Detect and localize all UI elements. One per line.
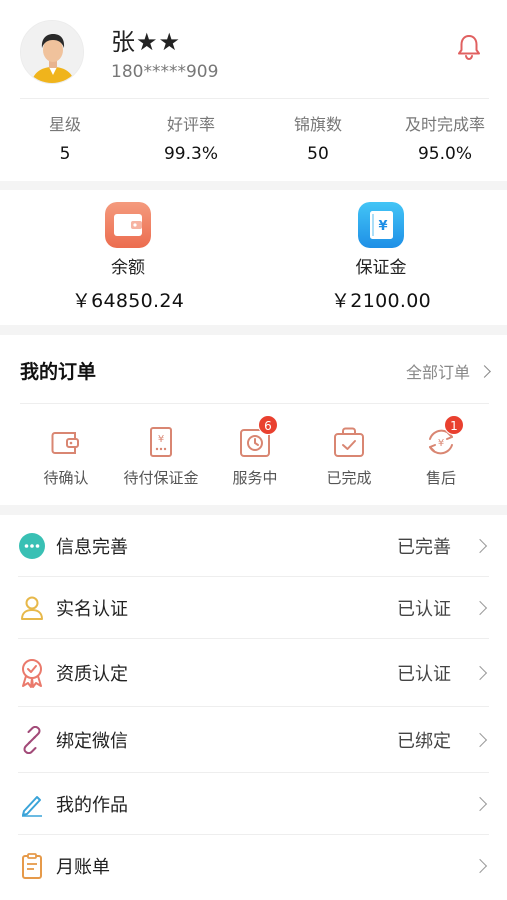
user-outline-icon [18,594,46,622]
stat-label: 锦旗数 [293,115,342,134]
list-item-label: 我的作品 [56,795,128,816]
list-item-status: 已完善 [397,537,451,558]
stat-label: 好评率 [166,115,215,134]
wallet-card: 余额 ￥64850.24 ¥ 保证金 ￥2100.00 [0,190,507,325]
stat-star-level: 星级 5 [0,112,130,164]
info-dots-icon [18,532,46,560]
list-item-label: 实名认证 [56,599,128,620]
bell-icon[interactable] [454,32,484,62]
list-item-label: 绑定微信 [56,731,128,752]
list-item-works[interactable]: 我的作品 [0,773,507,835]
badge-after-sale: 1 [444,415,464,435]
stat-value: 99.3% [163,144,218,164]
list-item-label: 信息完善 [56,537,128,558]
chevron-right-icon [472,858,488,874]
profile-card: 张★★ 180*****909 星级 5 好评率 99.3% 锦旗数 50 及时… [0,0,507,181]
wallet-outline-icon [51,432,79,454]
refund-icon-wrap: ¥ 1 [422,415,464,461]
deposit-notebook-icon: ¥ [358,202,404,248]
list-item-status: 已绑定 [397,731,451,752]
stat-banners: 锦旗数 50 [253,112,383,164]
balance-item[interactable]: 余额 ￥64850.24 [28,190,228,313]
stat-label: 及时完成率 [404,115,485,134]
order-label: 待确认 [43,469,89,487]
chevron-right-icon [472,538,488,554]
all-orders-link[interactable]: 全部订单 [405,359,491,383]
bill-clipboard-icon [18,852,46,880]
chevron-right-icon [472,600,488,616]
order-pending-deposit[interactable]: ¥ 待付保证金 [111,423,211,488]
balance-label: 余额 [111,258,145,278]
deposit-amount: ￥2100.00 [331,290,431,312]
stat-value: 5 [59,144,71,164]
list-item-label: 月账单 [56,857,110,878]
settings-list: 信息完善 已完善 实名认证 已认证 资质认定 已认证 绑定微信 已绑定 我的作品… [0,515,507,900]
list-item-wechat[interactable]: 绑定微信 已绑定 [0,707,507,773]
stat-on-time-rate: 及时完成率 95.0% [380,112,507,164]
list-item-info[interactable]: 信息完善 已完善 [0,515,507,577]
pen-icon [18,790,46,818]
svg-text:¥: ¥ [378,219,387,234]
check-bag-icon [334,427,364,457]
divider [20,403,489,404]
wallet-icon [105,202,151,248]
link-icon [18,726,46,754]
list-item-qualification[interactable]: 资质认定 已认证 [0,639,507,707]
svg-text:¥: ¥ [158,434,164,445]
stat-value: 50 [307,144,329,164]
avatar[interactable] [20,20,84,84]
order-label: 待付保证金 [123,469,199,487]
order-completed[interactable]: 已完成 [299,423,399,488]
list-item-status: 已认证 [397,664,451,685]
orders-title: 我的订单 [20,361,97,383]
all-orders-label: 全部订单 [405,363,470,382]
balance-amount: ￥64850.24 [71,290,185,312]
stat-value: 95.0% [417,144,472,164]
list-item-status: 已认证 [397,599,451,620]
orders-card: 我的订单 全部订单 待确认 ¥ 待付保证金 6 服务中 已完成 ¥ 1 售后 [0,335,507,505]
order-label: 已完成 [326,469,372,487]
order-pending-confirm[interactable]: 待确认 [16,423,116,488]
order-label: 服务中 [232,469,278,487]
list-item-label: 资质认定 [56,664,128,685]
deposit-label: 保证金 [355,258,407,278]
user-phone: 180*****909 [111,62,219,82]
stat-label: 星级 [48,115,81,134]
order-after-sale[interactable]: ¥ 1 售后 [391,415,491,488]
user-name: 张★★ [111,28,182,56]
chevron-right-icon [472,796,488,812]
yen-receipt-icon: ¥ [150,427,172,457]
chevron-right-icon [478,364,491,378]
divider [20,98,489,99]
person-avatar-icon [21,21,83,83]
chevron-right-icon [472,732,488,748]
badge-in-service: 6 [258,415,278,435]
list-item-monthly-bill[interactable]: 月账单 [0,835,507,897]
svg-text:¥: ¥ [438,438,444,449]
deposit-item[interactable]: ¥ 保证金 ￥2100.00 [281,190,481,313]
chevron-right-icon [472,665,488,681]
stat-good-rate: 好评率 99.3% [126,112,256,164]
stats-row: 星级 5 好评率 99.3% 锦旗数 50 及时完成率 95.0% [0,112,507,172]
list-item-realname[interactable]: 实名认证 已认证 [0,577,507,639]
clock-icon-wrap: 6 [236,415,278,461]
order-in-service[interactable]: 6 服务中 [205,415,305,488]
award-ribbon-icon [18,659,46,688]
order-label: 售后 [425,469,456,487]
